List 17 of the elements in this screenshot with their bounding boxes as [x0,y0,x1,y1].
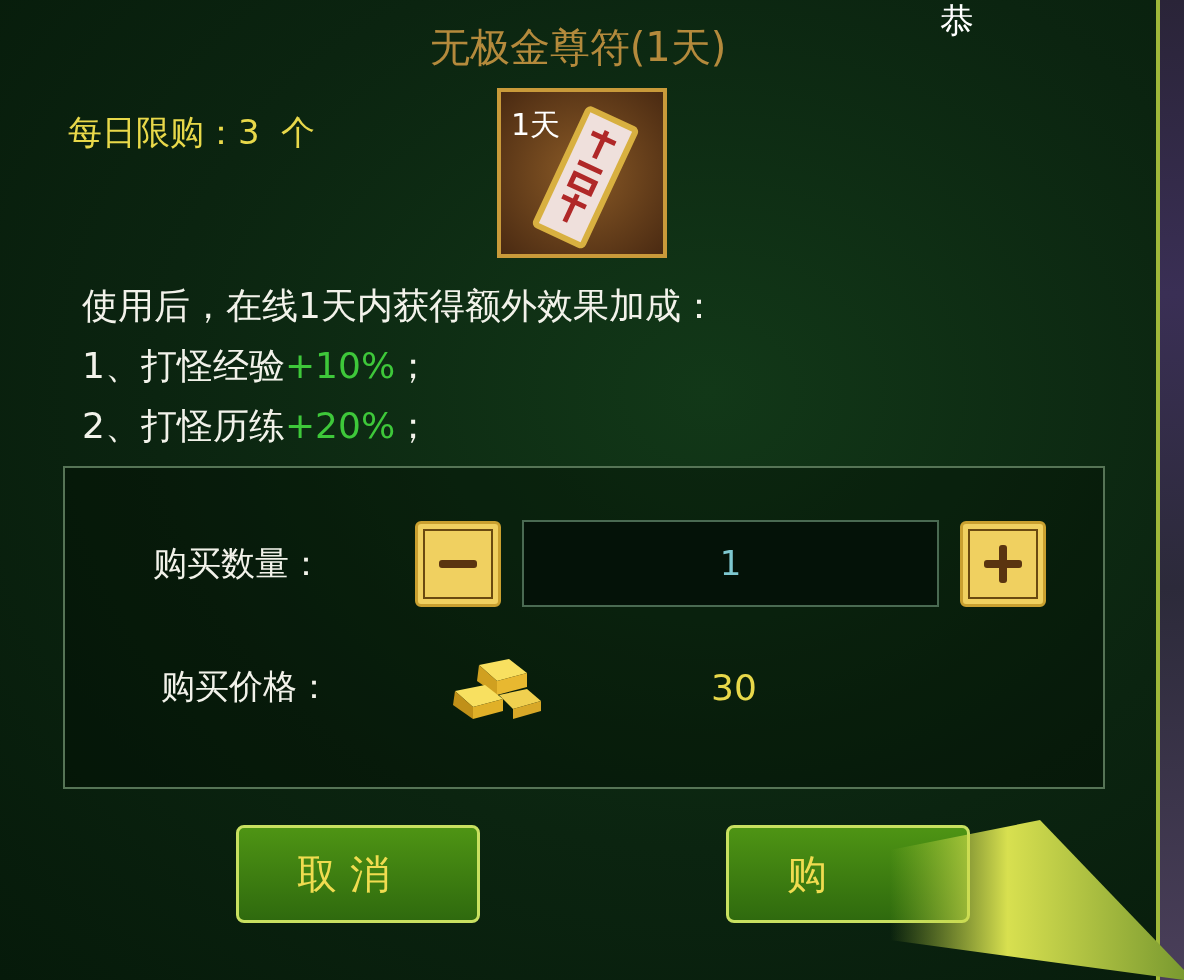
plus-icon [966,526,1040,601]
duration-label: 1天 [511,108,561,142]
item-slot[interactable]: 1天 [497,88,667,258]
minus-icon [421,526,495,601]
daily-limit-text: 每日限购：3 个 [68,111,317,154]
decrease-button[interactable] [415,520,501,607]
dialog-title: 无极金尊符(1天) [429,23,727,72]
quantity-field[interactable]: 1 [522,520,939,607]
quantity-label: 购买数量： [152,541,324,585]
effect-line: 1、打怪经验+10%； [82,344,433,388]
cancel-button[interactable]: 取 消 [236,825,480,923]
description-text: 使用后，在线1天内获得额外效果加成： [82,284,718,328]
price-value: 30 [711,666,757,708]
price-label: 购买价格： [160,665,332,708]
corner-text: 恭 [940,0,974,40]
increase-button[interactable] [960,520,1046,607]
effect-line: 2、打怪历练+20%； [82,404,433,448]
